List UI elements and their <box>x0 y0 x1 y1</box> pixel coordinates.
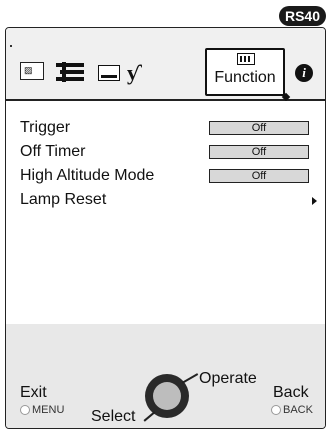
menu-item-high-altitude-mode[interactable]: High Altitude Mode Off <box>6 163 325 187</box>
menu-item-value[interactable]: Off <box>209 145 309 159</box>
menu-item-label: Lamp Reset <box>20 191 107 208</box>
menu-item-off-timer[interactable]: Off Timer Off <box>6 139 325 163</box>
back-label: Back <box>273 384 309 401</box>
select-label: Select <box>91 408 136 425</box>
back-key-hint: BACK <box>271 404 313 416</box>
menu-key-label: MENU <box>32 404 65 416</box>
settings-tab-icon[interactable] <box>56 62 84 82</box>
installation-tab-icon[interactable]: ƴ <box>127 60 138 86</box>
picture-tab-icon[interactable]: ▨ <box>20 62 44 80</box>
menu-item-value[interactable]: Off <box>209 169 309 183</box>
select-pointer <box>143 411 156 422</box>
info-tab-icon[interactable]: i <box>295 64 313 82</box>
back-key-label: BACK <box>283 404 313 416</box>
menu-screen: ▨ ƴ Function i Trigger Off Off Timer Off <box>5 27 326 429</box>
tab-function[interactable]: Function <box>205 48 291 102</box>
footer-guide: Exit MENU Select Operate Back BACK <box>6 324 325 428</box>
tab-bar: ▨ ƴ Function i <box>6 28 325 102</box>
menu-item-label: Trigger <box>20 119 71 136</box>
operate-label: Operate <box>199 370 257 387</box>
exit-key-hint: MENU <box>20 404 64 416</box>
function-tab-icon <box>237 53 255 65</box>
function-menu: Trigger Off Off Timer Off High Altitude … <box>6 101 325 352</box>
menu-item-value[interactable]: Off <box>209 121 309 135</box>
screen-tab-icon[interactable] <box>98 65 120 81</box>
exit-label: Exit <box>20 384 47 401</box>
tab-corner-marker <box>281 92 291 102</box>
menu-item-label: High Altitude Mode <box>20 167 155 184</box>
menu-item-label: Off Timer <box>20 143 86 160</box>
chevron-right-icon <box>312 197 317 205</box>
tabbar-dot <box>10 45 12 47</box>
menu-key-icon <box>20 405 30 416</box>
operate-pointer <box>181 373 198 384</box>
menu-item-trigger[interactable]: Trigger Off <box>6 115 325 139</box>
model-badge: RS40 <box>278 6 326 26</box>
footer-shade <box>6 324 325 354</box>
tab-function-label: Function <box>214 69 276 86</box>
back-key-icon <box>271 405 281 416</box>
menu-item-lamp-reset[interactable]: Lamp Reset <box>6 187 325 211</box>
